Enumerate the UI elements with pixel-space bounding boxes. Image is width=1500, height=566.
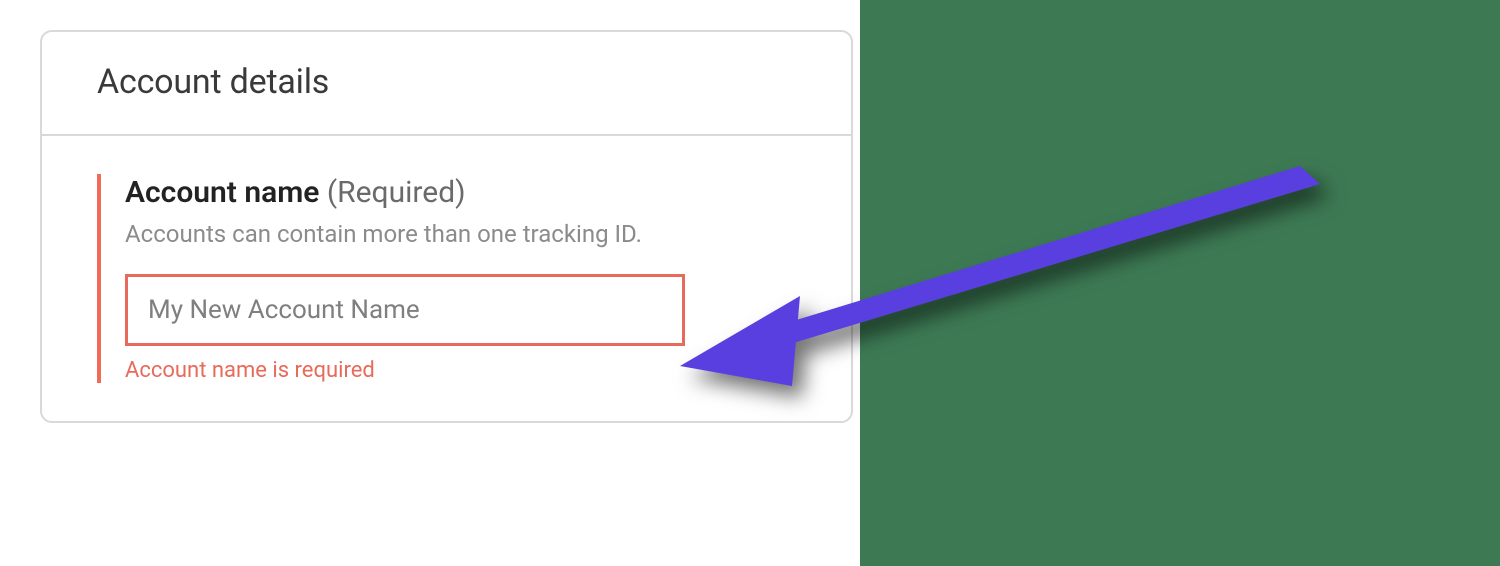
account-name-required-suffix: (Required) <box>327 175 466 210</box>
account-name-label: Account name <box>125 175 319 210</box>
account-details-card: Account details Account name (Required) … <box>40 30 853 423</box>
account-name-input[interactable] <box>125 274 685 346</box>
account-name-error-text: Account name is required <box>125 358 806 383</box>
account-name-label-row: Account name (Required) <box>125 174 806 212</box>
account-name-helper-text: Accounts can contain more than one track… <box>125 220 806 248</box>
decorative-side-panel <box>860 0 1500 566</box>
account-name-field-block: Account name (Required) Accounts can con… <box>97 174 806 383</box>
card-header: Account details <box>42 32 851 136</box>
card-body: Account name (Required) Accounts can con… <box>42 136 851 421</box>
card-title: Account details <box>97 62 796 102</box>
